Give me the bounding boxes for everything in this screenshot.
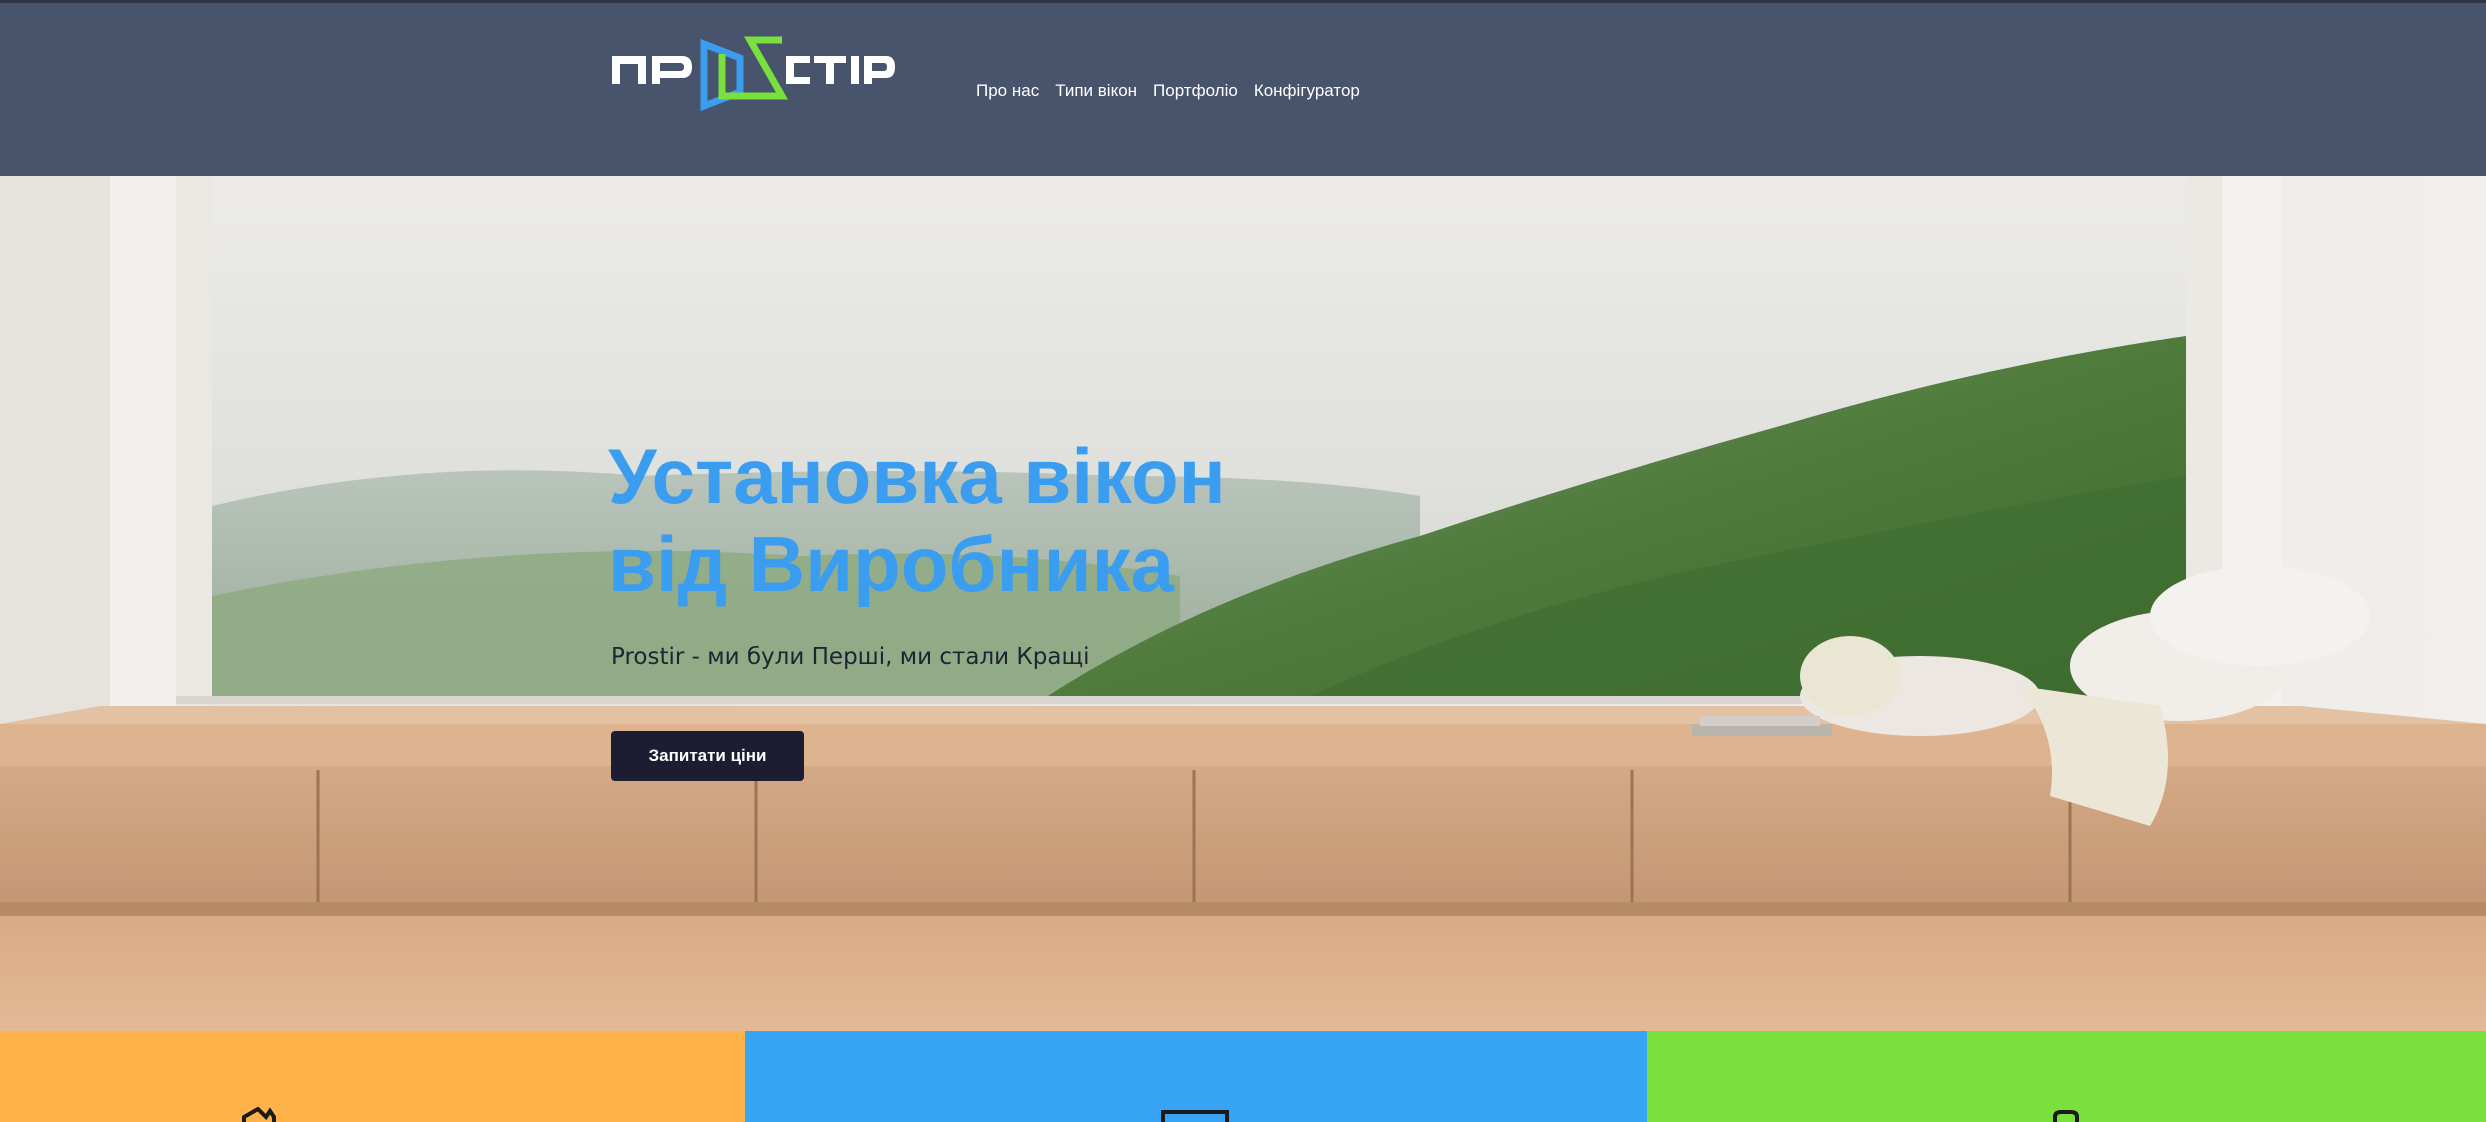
nav-item-configurator[interactable]: Конфігуратор (1254, 81, 1360, 101)
lock-icon (2053, 1110, 2079, 1122)
window-icon (1161, 1110, 1229, 1122)
request-prices-button[interactable]: Запитати ціни (611, 731, 804, 781)
nav-item-portfolio[interactable]: Портфоліо (1153, 81, 1238, 101)
feature-card-2 (745, 1031, 1647, 1122)
prostir-logo[interactable] (610, 36, 895, 112)
hero-title: Установка вікон від Виробника (608, 432, 1508, 608)
nav-item-window-types[interactable]: Типи вікон (1055, 81, 1137, 101)
main-nav: Про нас Типи вікон Портфоліо Конфігурато… (976, 81, 1376, 101)
features-strip (0, 1031, 2486, 1122)
site-header: Про нас Типи вікон Портфоліо Конфігурато… (0, 3, 2486, 176)
hero-title-line-1: Установка вікон (608, 432, 1226, 520)
house-icon (242, 1107, 276, 1122)
feature-card-3 (1647, 1031, 2486, 1122)
feature-card-1 (0, 1031, 745, 1122)
hero-subtitle: Prostir - ми були Перші, ми стали Кращі (611, 644, 1090, 670)
hero-section: Установка вікон від Виробника Prostir - … (0, 176, 2486, 1031)
nav-item-about[interactable]: Про нас (976, 81, 1039, 101)
hero-title-line-2: від Виробника (608, 520, 1175, 608)
